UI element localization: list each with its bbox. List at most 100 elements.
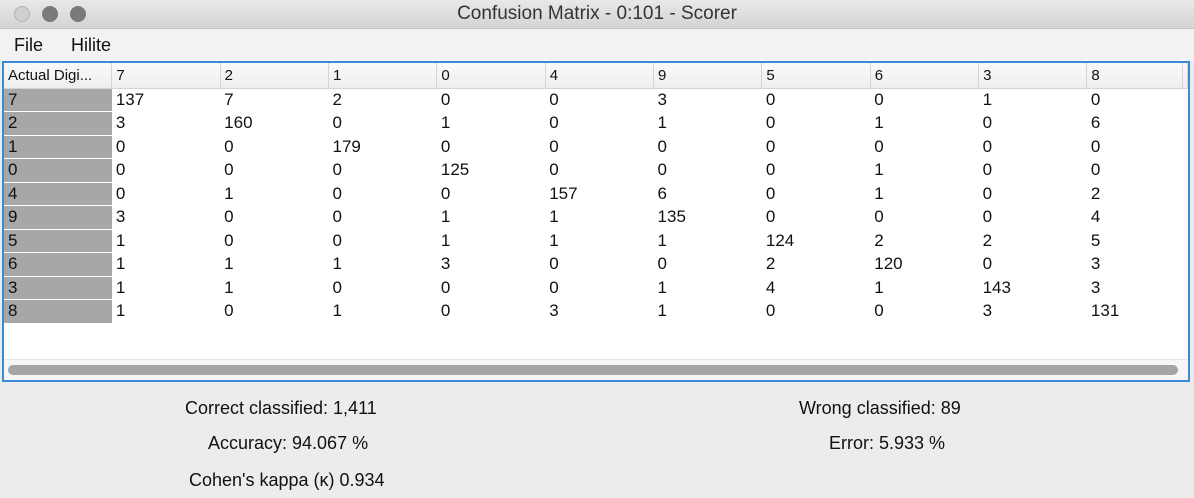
matrix-cell[interactable]: 2 — [1086, 182, 1183, 206]
matrix-cell[interactable]: 0 — [870, 135, 979, 159]
row-header[interactable]: 3 — [4, 276, 112, 300]
column-header-actual[interactable]: Actual Digi... — [4, 63, 113, 89]
matrix-cell[interactable]: 0 — [436, 135, 546, 159]
matrix-cell[interactable]: 4 — [1086, 205, 1183, 229]
matrix-cell[interactable]: 3 — [653, 88, 762, 112]
table-row[interactable]: 3 1 1 0 0 0 1 4 1 143 3 — [4, 276, 1188, 300]
table-row[interactable]: 6 1 1 1 3 0 0 2 120 0 3 — [4, 252, 1188, 277]
matrix-cell[interactable]: 0 — [761, 182, 871, 206]
menu-hilite[interactable]: Hilite — [71, 35, 111, 56]
matrix-cell[interactable]: 0 — [1086, 135, 1183, 159]
row-header[interactable]: 4 — [4, 182, 112, 206]
row-header[interactable]: 1 — [4, 135, 112, 159]
matrix-cell[interactable]: 0 — [220, 158, 329, 182]
table-row[interactable]: 7 137 7 2 0 0 3 0 0 1 0 — [4, 88, 1188, 112]
matrix-cell[interactable]: 6 — [653, 182, 762, 206]
matrix-cell[interactable]: 0 — [545, 276, 654, 300]
row-header[interactable]: 5 — [4, 229, 112, 253]
matrix-cell[interactable]: 1 — [870, 111, 979, 135]
matrix-cell[interactable]: 0 — [220, 299, 329, 323]
column-header[interactable]: 2 — [220, 63, 330, 89]
matrix-cell[interactable]: 0 — [761, 111, 871, 135]
matrix-cell[interactable]: 1 — [870, 182, 979, 206]
matrix-cell[interactable]: 131 — [1086, 299, 1183, 323]
matrix-cell[interactable]: 0 — [328, 182, 437, 206]
row-header[interactable]: 7 — [4, 88, 112, 112]
matrix-cell[interactable]: 0 — [328, 158, 437, 182]
matrix-cell[interactable]: 2 — [978, 229, 1087, 253]
table-row[interactable]: 8 1 0 1 0 3 1 0 0 3 131 — [4, 299, 1188, 324]
matrix-cell[interactable]: 143 — [978, 276, 1087, 300]
matrix-cell[interactable]: 1 — [111, 252, 221, 276]
table-row[interactable]: 5 1 0 0 1 1 1 124 2 2 5 — [4, 229, 1188, 253]
column-header[interactable]: 3 — [978, 63, 1088, 89]
matrix-cell[interactable]: 1 — [545, 205, 654, 229]
matrix-cell[interactable]: 0 — [328, 229, 437, 253]
matrix-cell[interactable]: 0 — [328, 111, 437, 135]
matrix-cell[interactable]: 2 — [870, 229, 979, 253]
matrix-cell[interactable]: 3 — [1086, 252, 1183, 276]
matrix-cell[interactable]: 1 — [653, 111, 762, 135]
matrix-cell[interactable]: 0 — [870, 299, 979, 323]
row-header[interactable]: 6 — [4, 252, 112, 277]
column-header[interactable]: 0 — [436, 63, 546, 89]
matrix-cell[interactable]: 1 — [220, 252, 329, 276]
matrix-cell[interactable]: 0 — [545, 111, 654, 135]
matrix-cell[interactable]: 3 — [1086, 276, 1183, 300]
column-header[interactable]: 4 — [545, 63, 655, 89]
matrix-cell[interactable]: 135 — [653, 205, 762, 229]
matrix-cell[interactable]: 0 — [111, 135, 221, 159]
horizontal-scrollbar[interactable] — [8, 365, 1178, 375]
matrix-cell[interactable]: 157 — [545, 182, 654, 206]
matrix-cell[interactable]: 1 — [111, 299, 221, 323]
matrix-cell[interactable]: 1 — [328, 252, 437, 276]
matrix-cell[interactable]: 0 — [978, 182, 1087, 206]
matrix-cell[interactable]: 2 — [328, 88, 437, 112]
matrix-cell[interactable]: 137 — [111, 88, 221, 112]
matrix-cell[interactable]: 0 — [545, 158, 654, 182]
matrix-cell[interactable]: 0 — [111, 182, 221, 206]
zoom-window-icon[interactable] — [70, 6, 86, 22]
matrix-cell[interactable]: 0 — [436, 88, 546, 112]
menu-file[interactable]: File — [14, 35, 43, 56]
matrix-cell[interactable]: 1 — [978, 88, 1087, 112]
matrix-cell[interactable]: 160 — [220, 111, 329, 135]
column-header[interactable]: 1 — [328, 63, 438, 89]
matrix-cell[interactable]: 1 — [111, 229, 221, 253]
table-row[interactable]: 1 0 0 179 0 0 0 0 0 0 0 — [4, 135, 1188, 159]
matrix-cell[interactable]: 0 — [653, 135, 762, 159]
matrix-cell[interactable]: 1 — [436, 205, 546, 229]
matrix-cell[interactable]: 0 — [870, 88, 979, 112]
matrix-cell[interactable]: 1 — [870, 276, 979, 300]
matrix-cell[interactable]: 0 — [761, 88, 871, 112]
matrix-cell[interactable]: 0 — [978, 205, 1087, 229]
matrix-cell[interactable]: 0 — [761, 158, 871, 182]
matrix-cell[interactable]: 0 — [545, 252, 654, 276]
matrix-cell[interactable]: 0 — [1086, 88, 1183, 112]
matrix-cell[interactable]: 0 — [761, 299, 871, 323]
matrix-cell[interactable]: 0 — [761, 135, 871, 159]
matrix-cell[interactable]: 0 — [328, 276, 437, 300]
matrix-cell[interactable]: 3 — [111, 111, 221, 135]
matrix-cell[interactable]: 0 — [220, 135, 329, 159]
matrix-cell[interactable]: 0 — [328, 205, 437, 229]
matrix-cell[interactable]: 0 — [653, 158, 762, 182]
matrix-cell[interactable]: 3 — [545, 299, 654, 323]
matrix-cell[interactable]: 1 — [653, 229, 762, 253]
matrix-cell[interactable]: 0 — [111, 158, 221, 182]
column-header[interactable]: 7 — [111, 63, 221, 89]
matrix-cell[interactable]: 1 — [111, 276, 221, 300]
matrix-cell[interactable]: 1 — [545, 229, 654, 253]
column-header[interactable]: 5 — [761, 63, 871, 89]
matrix-cell[interactable]: 0 — [978, 111, 1087, 135]
matrix-cell[interactable]: 0 — [870, 205, 979, 229]
horizontal-scroll-track[interactable] — [4, 359, 1188, 380]
table-row[interactable]: 4 0 1 0 0 157 6 0 1 0 2 — [4, 182, 1188, 206]
minimize-window-icon[interactable] — [42, 6, 58, 22]
matrix-cell[interactable]: 0 — [1086, 158, 1183, 182]
matrix-cell[interactable]: 1 — [436, 111, 546, 135]
column-header[interactable]: 9 — [653, 63, 763, 89]
matrix-cell[interactable]: 3 — [978, 299, 1087, 323]
matrix-cell[interactable]: 7 — [220, 88, 329, 112]
column-header[interactable]: 8 — [1086, 63, 1183, 89]
